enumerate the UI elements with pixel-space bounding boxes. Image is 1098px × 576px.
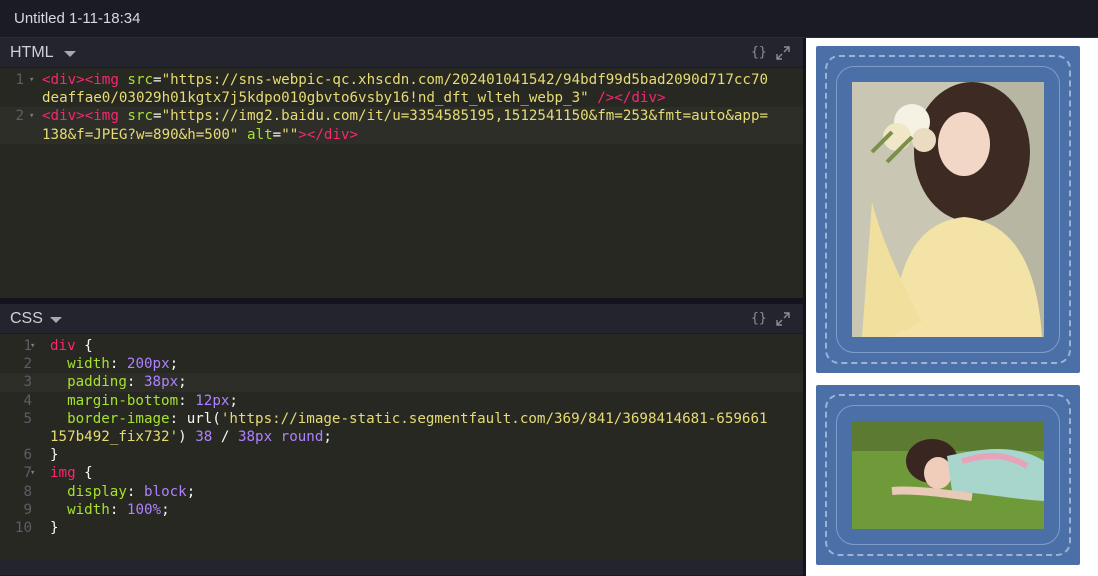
code-token: ></div>	[298, 126, 359, 143]
code-token: src	[127, 108, 154, 125]
code-line: 5 border-image: url('https://image-stati…	[0, 410, 803, 446]
code-token: alt	[247, 126, 273, 143]
code-token: =	[153, 108, 162, 125]
code-token: display	[67, 483, 127, 500]
code-token: 200px	[126, 356, 170, 373]
code-token: ;	[229, 392, 238, 409]
braces-icon[interactable]: {}	[751, 45, 767, 60]
code-token: }	[50, 520, 59, 537]
code-line: 9 width: 100%;	[0, 501, 803, 519]
line-number: 2	[23, 356, 32, 373]
fold-icon[interactable]: ▾	[29, 71, 34, 89]
code-token: ;	[323, 429, 332, 446]
chevron-down-icon[interactable]	[50, 317, 62, 323]
code-token: }	[50, 447, 59, 464]
code-token: ""	[281, 126, 299, 143]
code-token: ;	[186, 483, 196, 500]
editor-column: HTML {} 1 ▾ <div><img src="https://sns-web…	[0, 38, 806, 576]
code-token: block	[143, 483, 187, 500]
css-pane-title[interactable]: CSS	[10, 310, 43, 328]
html-pane[interactable]: HTML {} 1 ▾ <div><img src="https://sns-web…	[0, 38, 803, 298]
html-pane-title[interactable]: HTML	[10, 44, 54, 62]
code-line: 2 ▾ <div><img src="https://img2.baidu.com/…	[0, 107, 803, 144]
code-token: /	[220, 429, 230, 446]
code-token: {	[75, 338, 93, 354]
line-number: 3	[23, 374, 32, 391]
code-token: width	[67, 501, 110, 518]
code-line: 1 ▾ div {	[0, 337, 803, 355]
window-titlebar: Untitled 1-11-18:34	[0, 0, 1098, 38]
code-token: ;	[169, 356, 179, 373]
js-pane[interactable]	[0, 560, 803, 576]
line-number: 5	[23, 410, 32, 427]
line-number: 2	[15, 108, 24, 125]
code-token: img	[50, 465, 76, 482]
code-token: =	[272, 126, 282, 143]
code-token: src	[127, 72, 154, 88]
code-token: margin-bottom	[67, 392, 179, 409]
code-token: width	[67, 356, 110, 373]
fold-icon[interactable]: ▾	[30, 464, 35, 482]
expand-icon[interactable]	[776, 312, 790, 326]
css-code-editor[interactable]: 1 ▾ div { 2 width: 200px; 3 padding: 38px;…	[0, 337, 803, 537]
code-token: 38px	[237, 429, 273, 446]
html-code-editor[interactable]: 1 ▾ <div><img src="https://sns-webpic-qc.x…	[0, 71, 803, 144]
code-token: border-image	[67, 410, 170, 427]
line-number: 10	[14, 520, 32, 537]
line-number: 1	[15, 72, 24, 88]
bordered-image-frame	[816, 385, 1080, 565]
code-line: 6}	[0, 446, 803, 464]
fold-icon[interactable]: ▾	[29, 107, 34, 125]
js-pane-header	[0, 560, 803, 576]
code-line: 8 display: block;	[0, 483, 803, 501]
code-token: {	[75, 465, 93, 482]
code-token: )	[178, 429, 187, 446]
code-token: ;	[161, 501, 170, 518]
code-token: 38px	[143, 374, 179, 391]
fold-icon[interactable]: ▾	[30, 337, 35, 355]
css-pane-header: CSS {}	[0, 304, 803, 334]
code-token: <div><img	[42, 108, 119, 125]
code-line: 10}	[0, 519, 803, 537]
line-number: 9	[23, 501, 32, 518]
code-token: url(	[186, 410, 221, 427]
code-line: 7 ▾ img {	[0, 464, 803, 482]
code-token: /></div>	[588, 90, 666, 107]
code-line: 2 width: 200px;	[0, 355, 803, 373]
code-token: round	[280, 429, 324, 446]
code-line: 3 padding: 38px;	[0, 373, 803, 392]
code-token: div	[50, 338, 76, 354]
landscape-photo	[852, 421, 1044, 529]
portrait-photo	[852, 82, 1044, 337]
code-token: ;	[178, 374, 187, 391]
braces-icon[interactable]: {}	[751, 311, 767, 326]
code-token: padding	[67, 374, 127, 391]
line-number: 8	[23, 483, 32, 500]
code-token: 38	[195, 429, 213, 446]
code-line: 4 margin-bottom: 12px;	[0, 392, 803, 410]
window-title: Untitled 1-11-18:34	[14, 10, 141, 27]
expand-icon[interactable]	[776, 46, 790, 60]
bordered-image-frame	[816, 46, 1080, 373]
line-number: 6	[23, 447, 32, 464]
code-token: <div><img	[42, 72, 128, 88]
chevron-down-icon[interactable]	[64, 51, 76, 57]
code-token: 12px	[195, 392, 230, 409]
preview-panel	[806, 38, 1098, 576]
line-number: 7	[23, 465, 32, 482]
html-pane-header: HTML {}	[0, 38, 803, 68]
line-number: 1	[23, 338, 32, 354]
line-number: 4	[23, 392, 32, 409]
code-line: 1 ▾ <div><img src="https://sns-webpic-qc.x…	[0, 71, 803, 107]
css-pane[interactable]: CSS {} 1 ▾ div { 2 width: 200px; 3 padding…	[0, 304, 803, 568]
code-token: =	[153, 72, 162, 88]
code-token: 100%	[126, 501, 162, 518]
